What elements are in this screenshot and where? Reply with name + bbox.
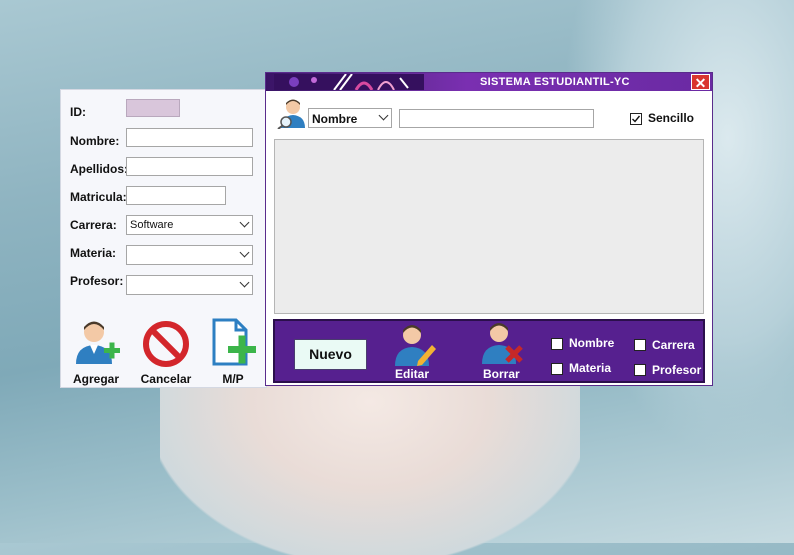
mp-button[interactable]: M/P <box>205 318 261 386</box>
editar-button[interactable]: Editar <box>388 323 440 381</box>
filter-materia-label: Materia <box>569 361 612 375</box>
window-title: SISTEMA ESTUDIANTIL-YC <box>480 76 630 88</box>
desktop-mountain <box>160 385 580 555</box>
nombre-field[interactable] <box>126 128 253 147</box>
cancelar-button[interactable]: Cancelar <box>133 318 199 386</box>
sencillo-checkbox[interactable] <box>630 113 642 125</box>
chevron-down-icon <box>239 277 250 288</box>
apellidos-label: Apellidos: <box>70 162 129 176</box>
apellidos-field[interactable] <box>126 157 253 176</box>
editar-label: Editar <box>395 367 430 381</box>
borrar-button[interactable]: Borrar <box>475 321 527 381</box>
nombre-label: Nombre: <box>70 134 120 148</box>
carrera-selected-value: Software <box>130 219 174 231</box>
nuevo-button[interactable]: Nuevo <box>294 339 367 370</box>
filter-profesor-label: Profesor <box>652 363 702 377</box>
title-decoration <box>274 74 424 90</box>
results-list[interactable] <box>274 139 704 314</box>
delete-user-icon <box>482 323 523 364</box>
cancel-icon <box>143 321 189 367</box>
user-search-icon <box>277 99 305 129</box>
profesor-label: Profesor: <box>70 274 124 288</box>
agregar-label: Agregar <box>72 372 119 386</box>
filter-materia-checkbox[interactable] <box>551 363 563 375</box>
edit-user-icon <box>395 325 436 366</box>
borrar-label: Borrar <box>483 367 520 381</box>
filter-nombre-label: Nombre <box>569 336 615 350</box>
chevron-down-icon <box>378 110 389 121</box>
search-field-value: Nombre <box>312 112 358 126</box>
agregar-button[interactable]: Agregar <box>67 318 125 386</box>
search-input[interactable] <box>399 109 594 128</box>
close-icon: ✕ <box>694 75 707 91</box>
add-user-icon <box>76 321 120 364</box>
chevron-down-icon <box>239 247 250 258</box>
sencillo-label: Sencillo <box>648 111 695 125</box>
search-field-select[interactable]: Nombre <box>308 108 392 128</box>
title-bar[interactable]: SISTEMA ESTUDIANTIL-YC ✕ <box>266 73 712 91</box>
mp-label: M/P <box>222 372 244 386</box>
id-field[interactable] <box>126 99 180 117</box>
main-window: SISTEMA ESTUDIANTIL-YC ✕ Nombre Sencillo… <box>265 72 713 386</box>
filter-carrera-label: Carrera <box>652 338 695 352</box>
add-file-icon <box>212 318 256 366</box>
filter-nombre-checkbox[interactable] <box>551 338 563 350</box>
id-label: ID: <box>70 105 86 119</box>
matricula-label: Matricula: <box>70 190 127 204</box>
materia-label: Materia: <box>70 246 117 260</box>
filter-profesor-checkbox[interactable] <box>634 364 646 376</box>
materia-select[interactable] <box>126 245 253 265</box>
profesor-select[interactable] <box>126 275 253 295</box>
matricula-field[interactable] <box>126 186 226 205</box>
carrera-label: Carrera: <box>70 218 117 232</box>
action-bar: Nuevo Editar Borrar Nombre Materia Carre… <box>273 319 705 383</box>
checkmark-icon <box>632 115 641 123</box>
cancelar-label: Cancelar <box>140 372 192 386</box>
chevron-down-icon <box>239 217 250 228</box>
close-button[interactable]: ✕ <box>691 74 710 91</box>
filter-carrera-checkbox[interactable] <box>634 339 646 351</box>
student-form-panel: ID: Nombre: Apellidos: Matricula: Carrer… <box>60 89 267 388</box>
carrera-select[interactable]: Software <box>126 215 253 235</box>
